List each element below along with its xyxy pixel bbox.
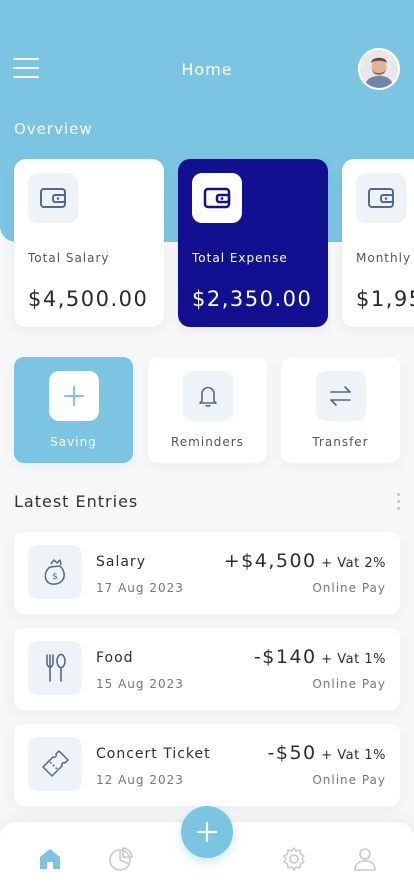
avatar[interactable]: [358, 48, 400, 90]
card-amount: $4,500.00: [28, 287, 149, 311]
entry-vat: + Vat 1%: [316, 748, 386, 763]
entry-amount: -$50 + Vat 1%: [268, 742, 387, 764]
action-label: Saving: [50, 435, 97, 449]
entry-date: 15 Aug 2023: [96, 677, 184, 691]
entry-name: Salary: [96, 554, 146, 570]
money-bag-icon: $: [28, 545, 82, 599]
ticket-icon: [28, 737, 82, 791]
entry-amount: -$140 + Vat 1%: [254, 646, 386, 668]
page-title: Home: [181, 60, 233, 79]
more-options-icon[interactable]: [396, 493, 402, 513]
settings-gear-icon[interactable]: [281, 846, 307, 872]
entry-vat: + Vat 1%: [316, 652, 386, 667]
entry-name: Food: [96, 650, 134, 666]
action-label: Transfer: [312, 435, 369, 449]
list-item[interactable]: Food 15 Aug 2023 -$140 + Vat 1% Online P…: [14, 628, 400, 710]
plus-icon: [196, 821, 218, 843]
utensils-icon: [28, 641, 82, 695]
card-label: Total Salary: [28, 251, 110, 265]
saving-button[interactable]: Saving: [14, 357, 133, 463]
pie-chart-icon[interactable]: [108, 846, 134, 872]
entry-date: 12 Aug 2023: [96, 773, 184, 787]
entry-payment-method: Online Pay: [312, 773, 386, 787]
overview-heading: Overview: [14, 120, 93, 138]
card-amount: $1,95: [356, 287, 414, 311]
transfer-button[interactable]: Transfer: [281, 357, 400, 463]
overview-cards: Total Salary $4,500.00 Total Expense $2,…: [0, 150, 414, 340]
monthly-card[interactable]: Monthly $1,95: [342, 159, 414, 327]
card-label: Monthly: [356, 251, 412, 265]
entry-amount-value: -$140: [253, 646, 317, 668]
bell-icon: [183, 371, 233, 421]
wallet-icon: [192, 173, 242, 223]
list-item[interactable]: Concert Ticket 12 Aug 2023 -$50 + Vat 1%…: [14, 724, 400, 806]
wallet-icon: [356, 173, 406, 223]
entry-amount-value: +$4,500: [223, 550, 317, 572]
list-item[interactable]: $ Salary 17 Aug 2023 +$4,500 + Vat 2% On…: [14, 532, 400, 614]
entry-vat: + Vat 2%: [316, 556, 386, 571]
entry-name: Concert Ticket: [96, 746, 211, 762]
latest-entries-heading: Latest Entries: [14, 492, 139, 511]
action-label: Reminders: [171, 435, 244, 449]
total-salary-card[interactable]: Total Salary $4,500.00: [14, 159, 164, 327]
total-expense-card[interactable]: Total Expense $2,350.00: [178, 159, 328, 327]
transfer-arrows-icon: [316, 371, 366, 421]
svg-text:$: $: [52, 572, 58, 582]
entry-date: 17 Aug 2023: [96, 581, 184, 595]
entry-amount: +$4,500 + Vat 2%: [224, 550, 386, 572]
wallet-icon: [28, 173, 78, 223]
entry-payment-method: Online Pay: [312, 677, 386, 691]
home-icon[interactable]: [37, 846, 63, 872]
entry-payment-method: Online Pay: [312, 581, 386, 595]
add-entry-button[interactable]: [181, 806, 233, 858]
plus-icon: [49, 371, 99, 421]
entry-amount-value: -$50: [267, 742, 317, 764]
reminders-button[interactable]: Reminders: [148, 357, 267, 463]
card-amount: $2,350.00: [192, 287, 313, 311]
card-label: Total Expense: [192, 251, 288, 265]
top-bar: Home: [0, 0, 414, 140]
profile-icon[interactable]: [352, 846, 378, 872]
